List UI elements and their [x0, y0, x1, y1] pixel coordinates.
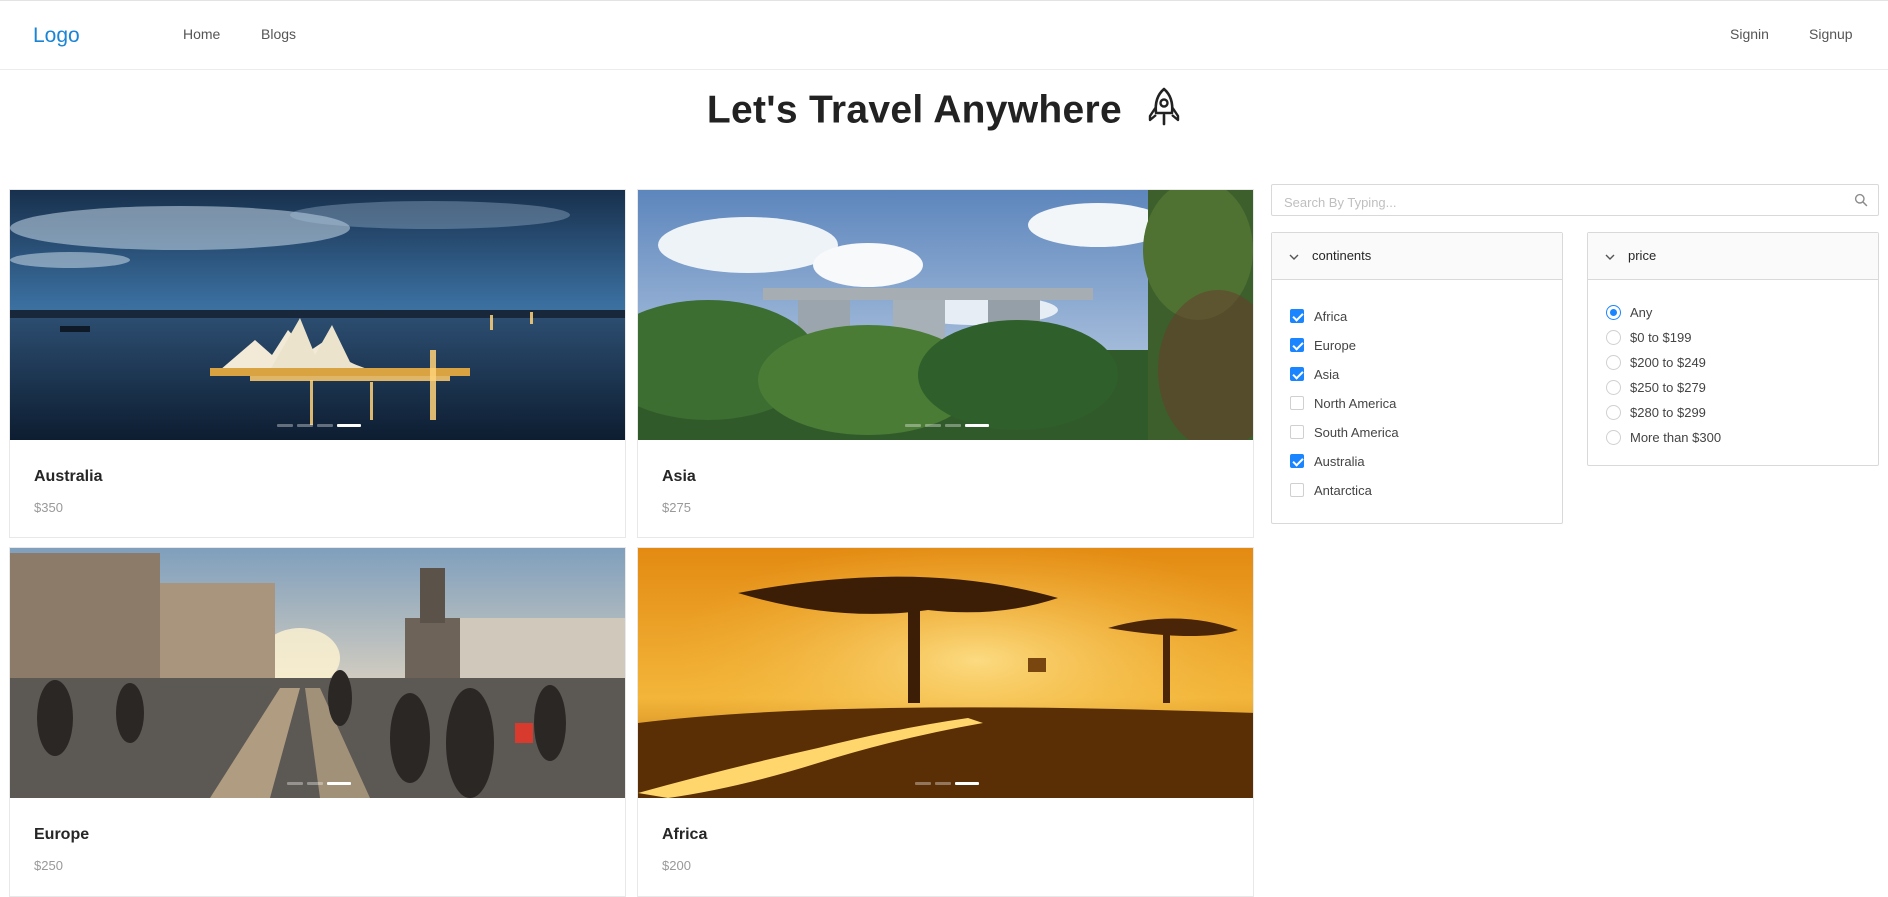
destination-image-asia	[638, 190, 1253, 440]
radio[interactable]	[1606, 330, 1621, 345]
carousel-dot[interactable]	[306, 782, 323, 785]
destination-card-europe[interactable]: Europe $250	[9, 547, 626, 897]
carousel-dot[interactable]	[276, 424, 293, 427]
chevron-down-icon	[1288, 250, 1300, 268]
continent-label: North America	[1314, 396, 1397, 411]
continents-filter-panel: continents Africa Europe Asia North Amer…	[1271, 232, 1563, 524]
carousel-dots	[10, 772, 625, 790]
radio[interactable]	[1606, 380, 1621, 395]
continent-label: Asia	[1314, 367, 1340, 382]
signup-link[interactable]: Signup	[1809, 26, 1853, 42]
destination-card-australia[interactable]: Australia $350	[9, 189, 626, 538]
radio[interactable]	[1606, 355, 1621, 370]
destination-card-asia[interactable]: Asia $275	[637, 189, 1254, 538]
carousel-dot-active[interactable]	[954, 782, 979, 785]
carousel-dot[interactable]	[904, 424, 921, 427]
chevron-down-icon	[1604, 250, 1616, 268]
search-box	[1271, 184, 1879, 216]
carousel-dots	[638, 414, 1253, 432]
destination-image-europe	[10, 548, 625, 798]
checkbox[interactable]	[1290, 367, 1304, 381]
price-panel-header[interactable]: price	[1588, 233, 1878, 280]
logo[interactable]: Logo	[33, 24, 80, 48]
destination-name: Europe	[34, 826, 90, 843]
continent-label: Europe	[1314, 338, 1356, 353]
checkbox[interactable]	[1290, 483, 1304, 497]
carousel-dot[interactable]	[914, 782, 931, 785]
price-label: More than $300	[1630, 430, 1722, 445]
nav-link-home[interactable]: Home	[183, 26, 220, 42]
carousel-dot[interactable]	[934, 782, 951, 785]
navbar: Logo Home Blogs Signin Signup	[0, 1, 1888, 70]
continents-panel-header[interactable]: continents	[1272, 233, 1562, 280]
continent-label: Antarctica	[1314, 483, 1372, 498]
destination-price: $250	[34, 858, 63, 873]
radio[interactable]	[1606, 430, 1621, 445]
signin-link[interactable]: Signin	[1730, 26, 1769, 42]
search-input[interactable]	[1282, 191, 1846, 213]
page-title: Let's Travel Anywhere	[0, 86, 1888, 138]
checkbox[interactable]	[1290, 425, 1304, 439]
price-label: $200 to $249	[1630, 355, 1706, 370]
page-title-text: Let's Travel Anywhere	[706, 88, 1122, 132]
checkbox[interactable]	[1290, 396, 1304, 410]
destination-name: Asia	[662, 468, 696, 485]
destination-price: $350	[34, 500, 63, 515]
radio[interactable]	[1606, 305, 1621, 320]
continent-label: Australia	[1314, 454, 1365, 469]
checkbox[interactable]	[1290, 454, 1304, 468]
continent-label: South America	[1314, 425, 1399, 440]
carousel-dot[interactable]	[924, 424, 941, 427]
search-icon[interactable]	[1854, 193, 1868, 212]
carousel-dot-active[interactable]	[336, 424, 361, 427]
carousel-dot[interactable]	[286, 782, 303, 785]
continent-label: Africa	[1314, 309, 1348, 324]
rocket-icon	[1147, 86, 1181, 138]
radio[interactable]	[1606, 405, 1621, 420]
carousel-dots	[10, 414, 625, 432]
price-panel-title: price	[1628, 248, 1657, 263]
checkbox[interactable]	[1290, 309, 1304, 323]
carousel-dot[interactable]	[316, 424, 333, 427]
carousel-dot[interactable]	[944, 424, 961, 427]
destination-name: Australia	[34, 468, 103, 485]
carousel-dot-active[interactable]	[964, 424, 989, 427]
destination-image-africa	[638, 548, 1253, 798]
price-label: $250 to $279	[1630, 380, 1706, 395]
checkbox[interactable]	[1290, 338, 1304, 352]
price-label: Any	[1630, 305, 1653, 320]
destination-price: $200	[662, 858, 691, 873]
continents-panel-title: continents	[1312, 248, 1372, 263]
destination-image-australia	[10, 190, 625, 440]
nav-link-blogs[interactable]: Blogs	[261, 26, 296, 42]
carousel-dots	[638, 772, 1253, 790]
price-label: $280 to $299	[1630, 405, 1706, 420]
destination-card-africa[interactable]: Africa $200	[637, 547, 1254, 897]
destination-name: Africa	[662, 826, 708, 843]
carousel-dot[interactable]	[296, 424, 313, 427]
price-filter-panel: price Any $0 to $199 $200 to $249 $250 t…	[1587, 232, 1879, 466]
price-label: $0 to $199	[1630, 330, 1692, 345]
destination-price: $275	[662, 500, 691, 515]
carousel-dot-active[interactable]	[326, 782, 351, 785]
